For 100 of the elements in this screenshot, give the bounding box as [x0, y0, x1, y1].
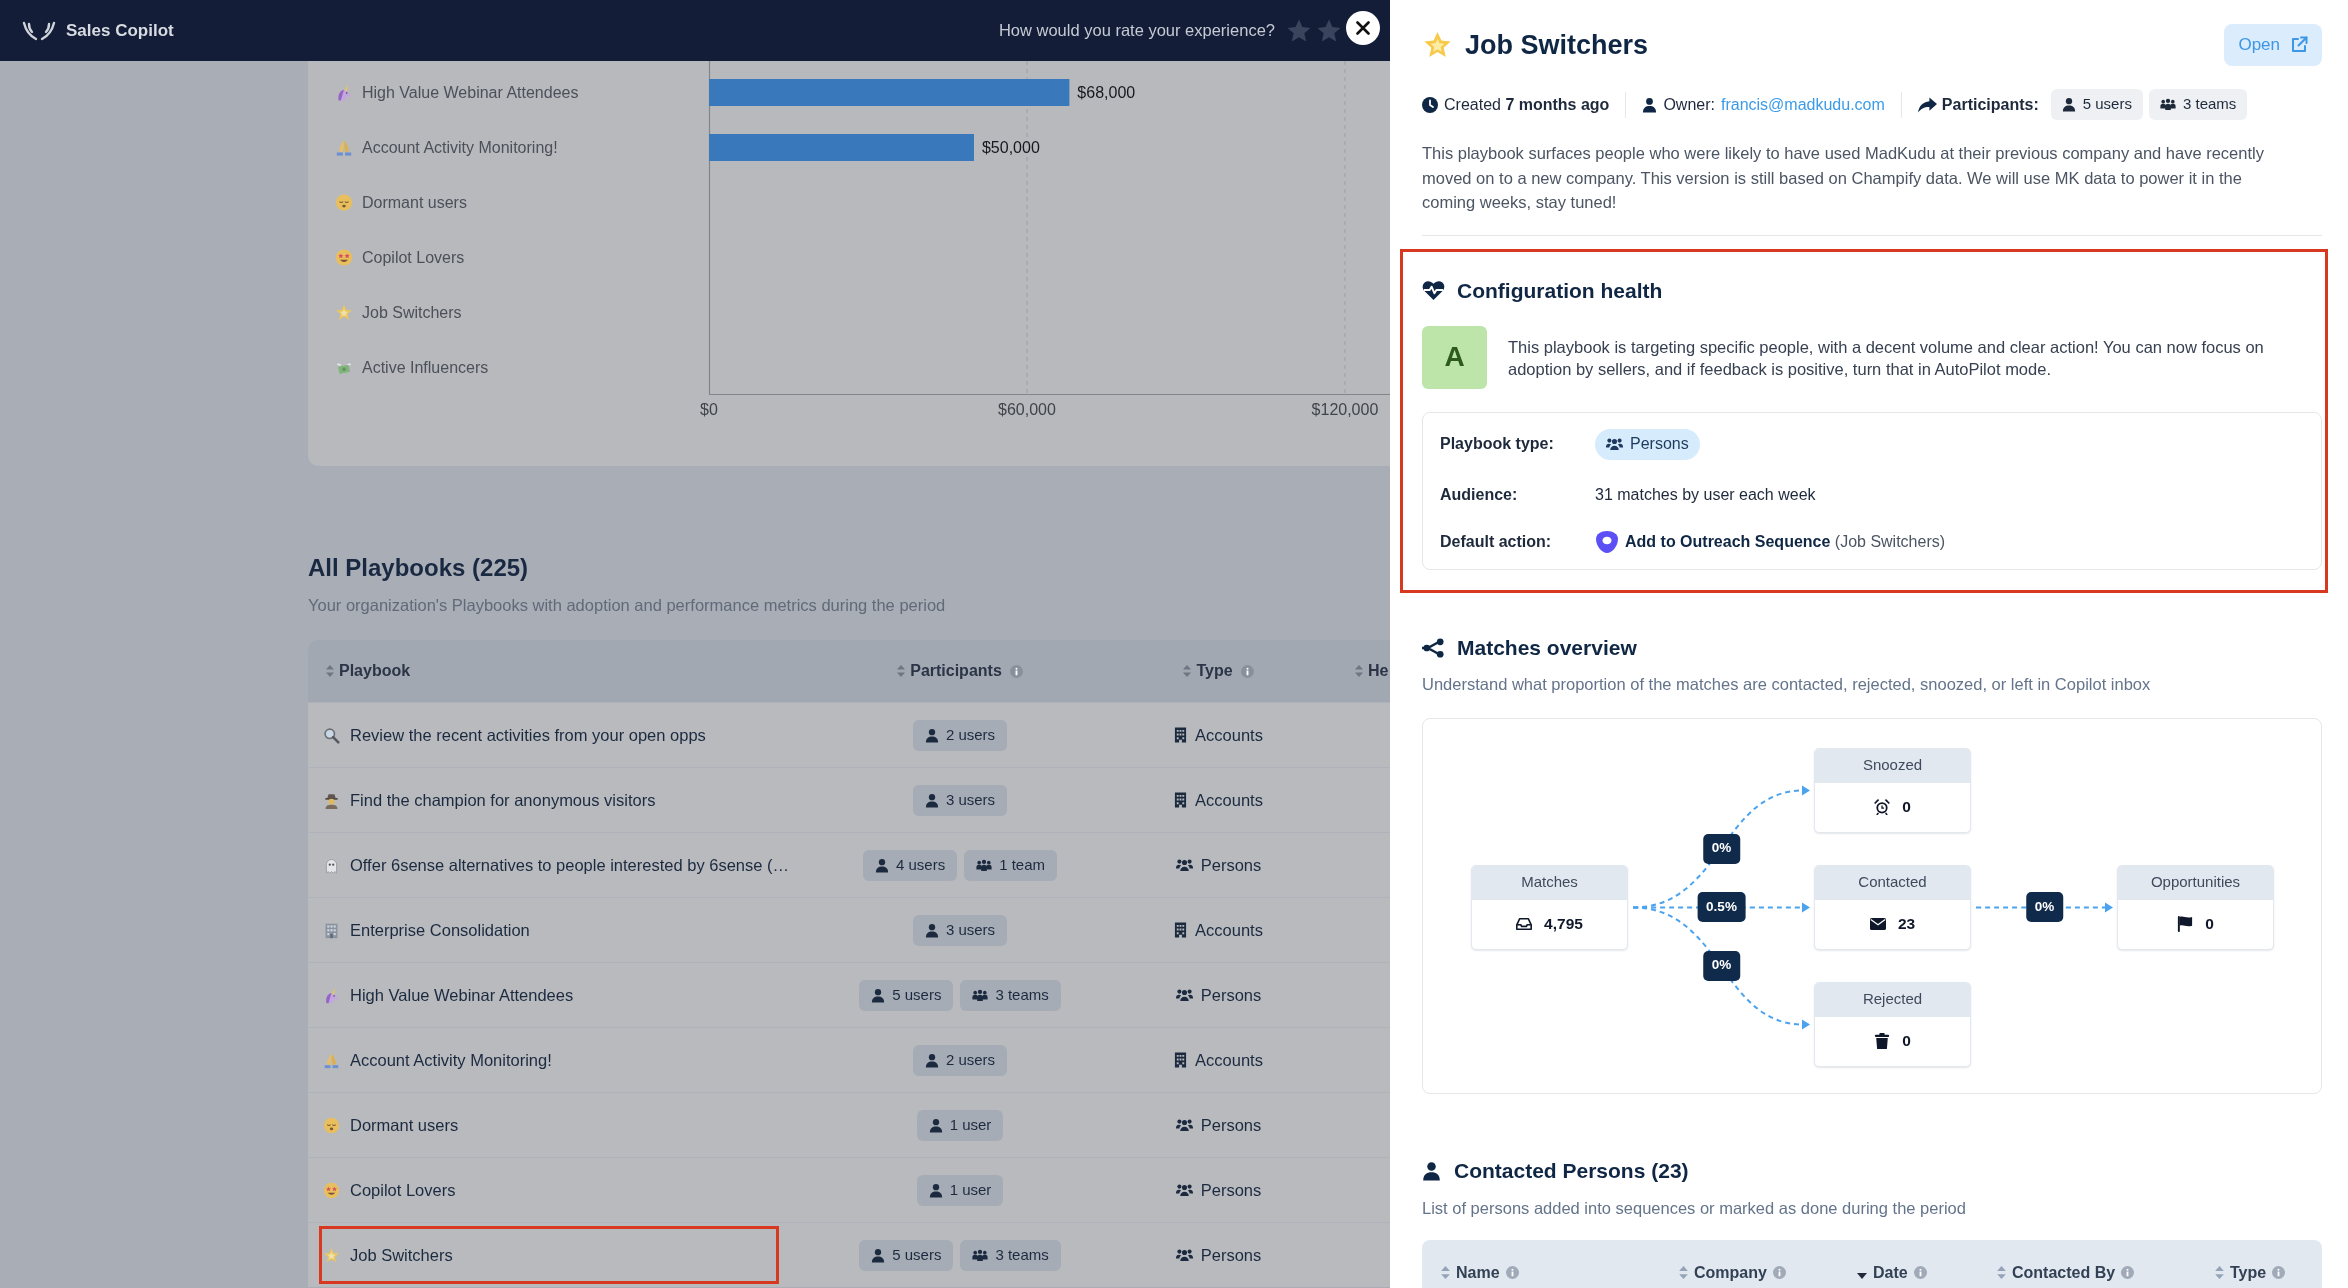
people-group-icon	[976, 858, 993, 872]
percentage-label: 0.5%	[1697, 892, 1746, 922]
table-row[interactable]: Enterprise Consolidation 3 users Accounts	[308, 897, 1390, 962]
user-icon	[871, 987, 886, 1003]
table-row[interactable]: Find the champion for anonymous visitors 3 users Accounts	[308, 767, 1390, 832]
star-icon[interactable]	[1317, 19, 1341, 42]
praying-hands-icon	[336, 140, 352, 156]
node-header: Snoozed	[1815, 748, 1970, 783]
user-icon	[924, 1052, 939, 1068]
badge-label: 5 users	[892, 984, 942, 1005]
category-label: Active Influencers	[362, 359, 489, 376]
sort-icon	[1355, 665, 1363, 677]
building-icon	[1174, 727, 1188, 743]
trash-icon	[1874, 1033, 1891, 1049]
section-title: Contacted Persons (23)	[1454, 1157, 1689, 1184]
external-link-icon	[2290, 35, 2308, 54]
user-icon	[924, 727, 939, 743]
playbook-name: Offer 6sense alternatives to people interested by 6sense (…	[350, 854, 790, 876]
horns-icon	[22, 19, 56, 42]
flag-icon	[2177, 916, 2194, 932]
inbox-icon	[1516, 916, 1533, 932]
table-row[interactable]: High Value Webinar Attendees 5 users 3 teams Persons	[308, 962, 1390, 1027]
badge-label: 5 users	[2082, 94, 2132, 115]
rating-prompt: How would you rate your experience?	[998, 20, 1275, 42]
office-building-icon	[323, 921, 340, 939]
badge-label: 2 users	[945, 1049, 996, 1070]
user-icon	[928, 1182, 943, 1198]
column-header[interactable]: Date	[1873, 1260, 1908, 1285]
node-value: 23	[1897, 914, 1916, 935]
section-title: Configuration health	[1457, 277, 1663, 304]
category-label: Copilot Lovers	[362, 249, 465, 266]
user-icon	[1422, 1159, 1441, 1182]
owner-label: Owner:	[1663, 94, 1715, 115]
users-icon	[1175, 1183, 1193, 1197]
category-label: Job Switchers	[362, 304, 462, 321]
column-header[interactable]: He	[1368, 659, 1389, 683]
playbook-name: Copilot Lovers	[350, 1179, 456, 1201]
column-header[interactable]: Playbook	[339, 659, 411, 683]
axis-tick-label: $120,000	[1311, 401, 1379, 418]
created-date: Created 7 months ago	[1444, 94, 1610, 115]
badge-label: 1 user	[949, 1114, 992, 1135]
column-header[interactable]: Company	[1694, 1260, 1767, 1285]
people-group-icon	[972, 988, 989, 1002]
column-header[interactable]: Contacted By	[2012, 1260, 2116, 1285]
type-label: Accounts	[1195, 724, 1263, 746]
sort-icon	[1183, 665, 1192, 677]
type-label: Accounts	[1195, 789, 1263, 811]
sleeping-face-icon	[323, 1116, 340, 1134]
building-icon	[1174, 792, 1188, 808]
envelope-icon	[1869, 916, 1886, 932]
app-title: Sales Copilot	[66, 19, 174, 42]
unicorn-icon	[323, 986, 340, 1004]
section-subtitle: List of persons added into sequences or marked as done during the period	[1422, 1197, 1967, 1219]
description: This playbook surfaces people who were likely to have used MadKudu at their previous company and have recently moved on to a new company. This version is still based on Champify data. We will use MK data to power it in the coming weeks, stay tuned!	[1422, 143, 2265, 213]
section-title: Matches overview	[1457, 634, 1637, 661]
nodes-icon	[1422, 637, 1445, 658]
node-header: Opportunities	[2118, 865, 2273, 900]
table-row[interactable]: Job Switchers 5 users 3 teams Persons	[308, 1222, 1390, 1287]
column-header[interactable]: Type	[2230, 1260, 2267, 1285]
node-value: 0	[2205, 914, 2214, 935]
node-value: 0	[1902, 797, 1911, 818]
user-icon	[924, 792, 939, 808]
people-group-icon	[2159, 98, 2176, 111]
clock-icon	[1422, 96, 1438, 113]
badge-label: 3 teams	[995, 984, 1049, 1005]
users-icon	[1175, 1248, 1193, 1262]
table-row[interactable]: Account Activity Monitoring! 2 users Accounts	[308, 1027, 1390, 1092]
bar-value-label: $50,000	[982, 139, 1040, 156]
section-subtitle: Your organization's Playbooks with adoption and performance metrics during the period	[308, 595, 947, 616]
node-value: 0	[1902, 1031, 1911, 1052]
users-icon	[1175, 858, 1193, 872]
axis-tick-label: $0	[700, 401, 718, 418]
type-label: Persons	[1200, 854, 1262, 876]
users-icon	[1606, 437, 1623, 451]
table-row[interactable]: Review the recent activities from your open opps 2 users Accounts	[308, 702, 1390, 767]
star-eyes-face-icon	[335, 249, 353, 266]
field-value: 31 matches by user each week	[1595, 484, 1816, 505]
badge-label: 4 users	[895, 854, 946, 875]
column-header[interactable]: Type	[1196, 659, 1233, 683]
playbook-name: Enterprise Consolidation	[350, 919, 530, 941]
badge-label: 3 teams	[2182, 94, 2237, 115]
playbook-name: Dormant users	[350, 1114, 459, 1136]
building-icon	[1174, 1052, 1188, 1068]
column-header[interactable]: Participants	[910, 659, 1002, 683]
percentage-label: 0%	[1702, 833, 1741, 864]
star-icon	[1422, 29, 1453, 60]
star-icon	[323, 1246, 340, 1264]
type-label: Persons	[1200, 1114, 1262, 1136]
column-header[interactable]: Name	[1456, 1260, 1500, 1285]
section-subtitle: Understand what proportion of the matches are contacted, rejected, snoozed, or left in Copilot inbox	[1422, 673, 2152, 695]
user-icon	[871, 1247, 886, 1263]
badge-label: 3 users	[945, 919, 996, 940]
table-row[interactable]: Offer 6sense alternatives to people interested by 6sense (… 4 users 1 team Persons	[308, 832, 1390, 897]
node-header: Matches	[1472, 865, 1627, 900]
users-icon	[1175, 988, 1193, 1002]
detective-icon	[323, 791, 340, 809]
table-row[interactable]: Dormant users 1 user Persons	[308, 1092, 1390, 1157]
sort-icon	[897, 665, 906, 677]
table-row[interactable]: Copilot Lovers 1 user Persons	[308, 1157, 1390, 1222]
star-icon[interactable]	[1287, 19, 1311, 42]
